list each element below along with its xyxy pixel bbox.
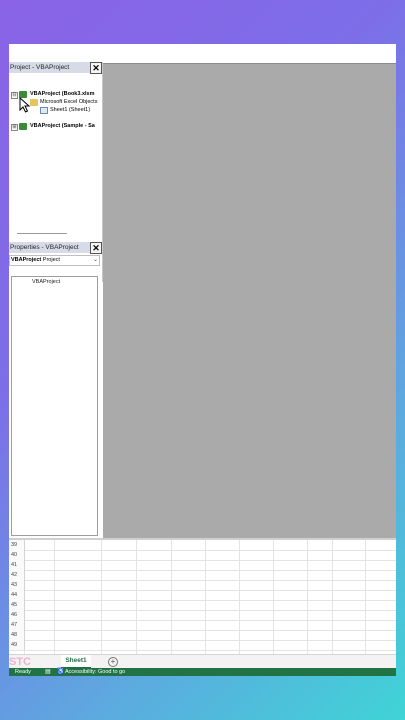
row-number[interactable]: 45 [9, 600, 25, 610]
sheet-icon [40, 107, 48, 114]
row-number[interactable]: 39 [9, 540, 25, 550]
code-window-area [103, 63, 396, 539]
tree-item-book3[interactable]: VBAProject (Book3.xlsm [30, 91, 95, 98]
object-type: Project [42, 257, 60, 263]
horizontal-scrollbar[interactable] [17, 233, 67, 234]
expand-icon[interactable]: ⊞ [11, 124, 18, 131]
row-number[interactable]: 42 [9, 570, 25, 580]
row-number[interactable]: 49 [9, 640, 25, 650]
row-number[interactable]: 40 [9, 550, 25, 560]
accessibility-icon: ♿ [57, 669, 65, 675]
collapse-icon[interactable]: ⊟ [11, 92, 18, 99]
row-number[interactable]: 48 [9, 630, 25, 640]
properties-list[interactable]: VBAProject [11, 276, 98, 536]
status-ready: Ready [15, 669, 31, 675]
row-number[interactable]: 41 [9, 560, 25, 570]
properties-window: Properties - VBAProject ✕ VBAProject Pro… [9, 242, 102, 538]
tree-item-sheet1[interactable]: Sheet1 (Sheet1) [50, 107, 90, 114]
tab-sheet1[interactable]: Sheet1 [61, 655, 91, 669]
project-pane-title: Project - VBAProject [9, 62, 102, 73]
row-number[interactable]: 44 [9, 590, 25, 600]
sheet-tabs-bar: STC Sheet1 + [9, 654, 396, 669]
row-number[interactable]: 47 [9, 620, 25, 630]
add-sheet-button[interactable]: + [108, 657, 118, 667]
worksheet-grid[interactable]: 39 40 41 42 43 44 45 46 47 48 49 [9, 538, 396, 656]
table-row: 49 [9, 640, 396, 651]
excel-vbe-window: Project - VBAProject ✕ ⊟ VBAProject (Boo… [9, 44, 396, 676]
object-name: VBAProject [11, 257, 42, 263]
accessibility-status[interactable]: Accessibility: Good to go [65, 668, 125, 676]
folder-icon [30, 99, 38, 106]
channel-watermark-logo: STC [9, 656, 31, 668]
properties-pane-close-button[interactable]: ✕ [90, 242, 102, 254]
properties-pane-title: Properties - VBAProject [9, 242, 102, 253]
properties-list-label: VBAProject [32, 279, 61, 285]
tree-item-excel-objects[interactable]: Microsoft Excel Objects [40, 99, 97, 106]
status-bar: Ready ▤ ♿ Accessibility: Good to go [9, 668, 396, 676]
project-pane-close-button[interactable]: ✕ [90, 62, 102, 74]
row-number[interactable]: 43 [9, 580, 25, 590]
row-number[interactable]: 46 [9, 610, 25, 620]
tree-item-sample[interactable]: VBAProject (Sample - Sa [30, 123, 95, 130]
vba-project-icon [19, 123, 27, 130]
chevron-down-icon: ⌄ [92, 257, 98, 263]
sheet-status-icon: ▤ [45, 669, 51, 675]
mouse-cursor-icon [19, 97, 31, 113]
object-selector[interactable]: VBAProject Project ⌄ [9, 255, 100, 266]
vbe-toolbar [9, 44, 396, 62]
